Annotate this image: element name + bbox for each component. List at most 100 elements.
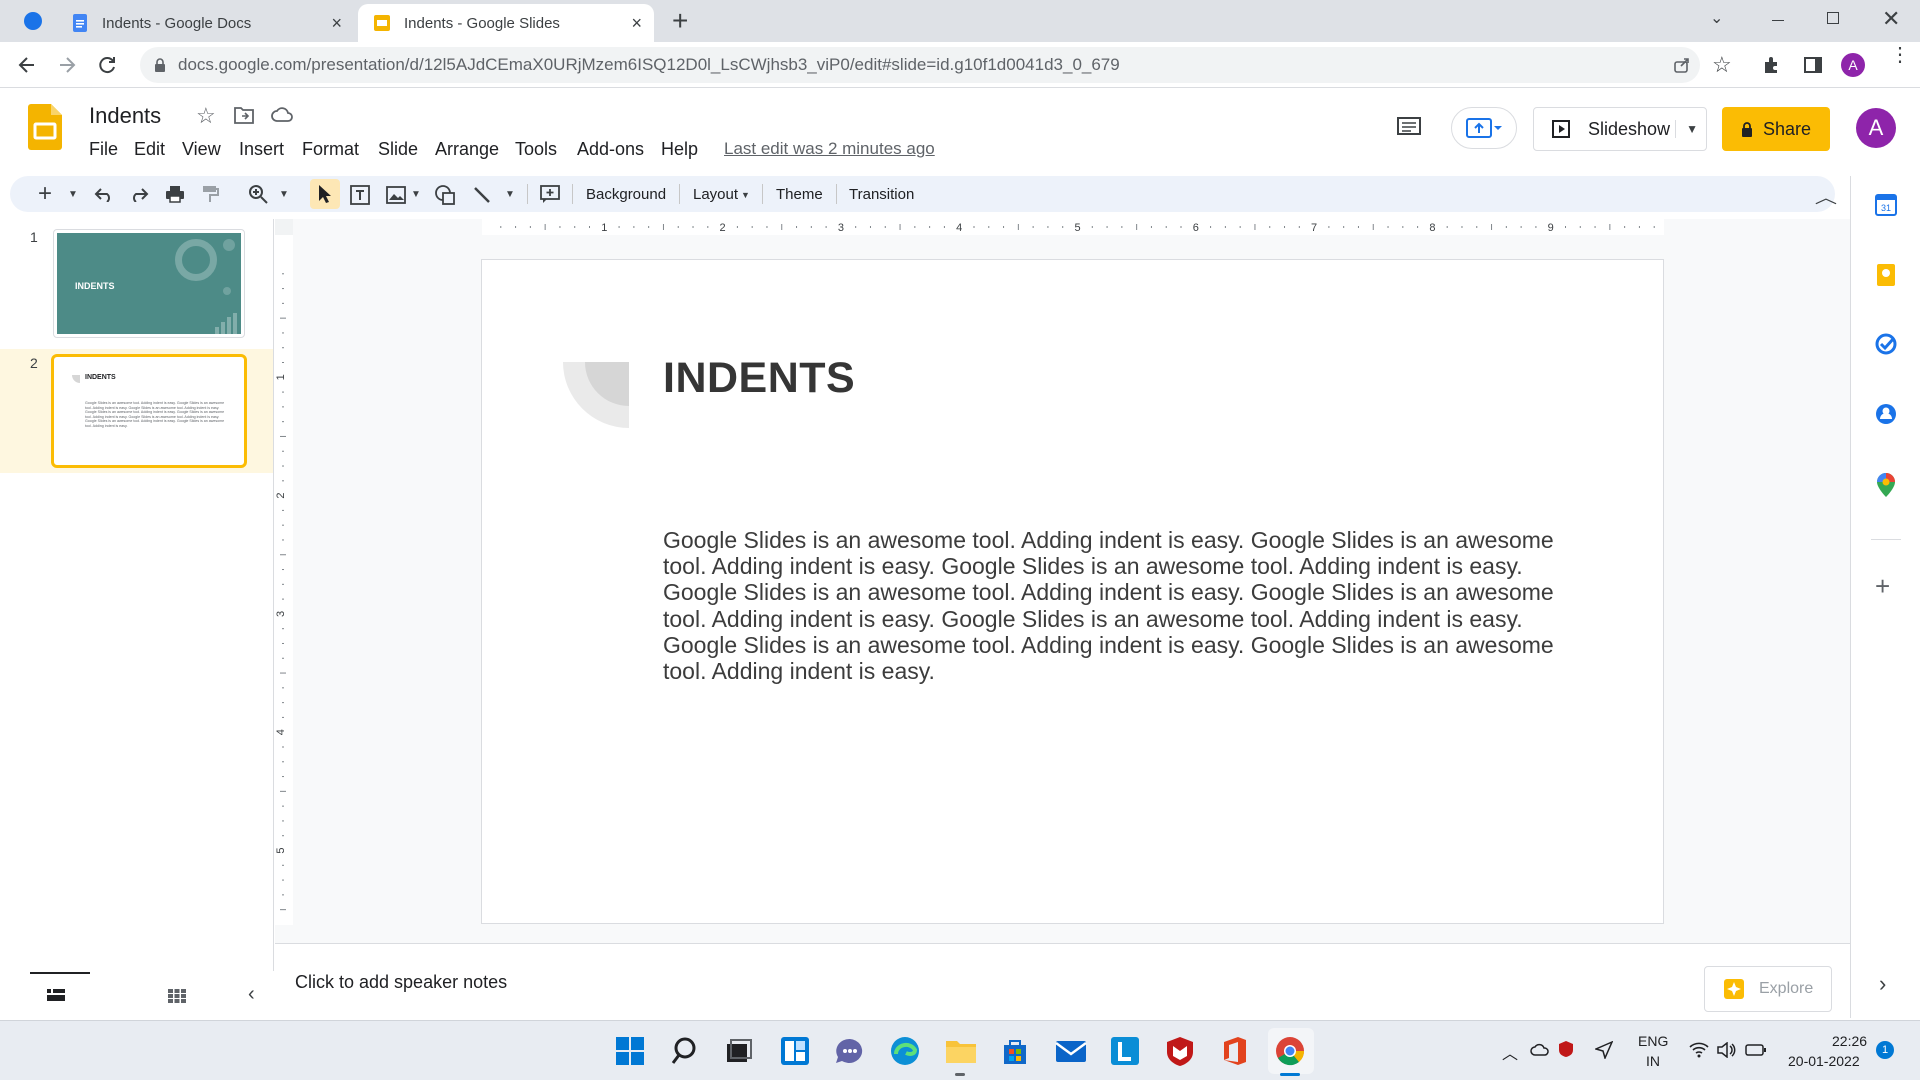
zoom-dropdown-icon[interactable]: ▼ (279, 189, 289, 200)
extensions-icon[interactable] (1762, 55, 1782, 75)
cloud-saved-icon[interactable] (271, 107, 293, 123)
menu-slide[interactable]: Slide (378, 139, 418, 160)
mail-icon[interactable] (1055, 1038, 1087, 1064)
notification-badge[interactable]: 1 (1876, 1041, 1894, 1059)
comments-icon[interactable] (1396, 116, 1422, 140)
bookmark-star-icon[interactable]: ☆ (1712, 52, 1732, 78)
slide-title[interactable]: INDENTS (663, 354, 855, 403)
office-icon[interactable] (1220, 1036, 1250, 1066)
forward-icon[interactable] (56, 54, 78, 76)
star-icon[interactable]: ☆ (196, 103, 216, 129)
tab-google-slides[interactable]: Indents - Google Slides × (358, 4, 654, 42)
new-slide-icon[interactable]: + (38, 180, 52, 208)
location-arrow-icon[interactable] (1595, 1041, 1613, 1059)
new-slide-dropdown-icon[interactable]: ▼ (68, 189, 78, 200)
zoom-icon[interactable] (248, 184, 268, 204)
list-view-icon[interactable] (47, 989, 65, 1003)
language-indicator-line1[interactable]: ENG (1638, 1033, 1668, 1049)
document-title[interactable]: Indents (89, 103, 161, 129)
slide-thumbnail-2[interactable]: INDENTS Google Slides is an awesome tool… (51, 354, 247, 468)
get-add-ons-icon[interactable]: + (1875, 571, 1890, 602)
menu-arrange[interactable]: Arrange (435, 139, 499, 160)
move-folder-icon[interactable] (234, 106, 254, 124)
tab-search-icon[interactable]: ⌄ (1710, 8, 1723, 28)
image-icon[interactable] (386, 186, 406, 204)
share-button[interactable]: Share (1722, 107, 1830, 151)
reload-icon[interactable] (96, 54, 118, 76)
mcafee-tray-icon[interactable] (1558, 1040, 1574, 1058)
menu-file[interactable]: File (89, 139, 118, 160)
last-edit-link[interactable]: Last edit was 2 minutes ago (724, 139, 935, 159)
maps-icon[interactable] (1877, 473, 1895, 497)
menu-tools[interactable]: Tools (515, 139, 557, 160)
tab-google-docs[interactable]: Indents - Google Docs × (56, 4, 354, 42)
side-panel-icon[interactable] (1803, 55, 1823, 75)
windows-start-icon[interactable] (615, 1036, 645, 1066)
layout-dropdown-icon[interactable]: ▼ (741, 190, 750, 200)
collapse-toolbar-icon[interactable]: ︿ (1815, 184, 1837, 208)
clock-time[interactable]: 22:26 (1832, 1033, 1867, 1049)
menu-insert[interactable]: Insert (239, 139, 284, 160)
contacts-icon[interactable] (1875, 403, 1897, 425)
wifi-icon[interactable] (1689, 1042, 1709, 1058)
collapse-filmstrip-icon[interactable]: ‹ (248, 983, 255, 1006)
battery-icon[interactable] (1745, 1043, 1767, 1057)
tasks-icon[interactable] (1875, 333, 1897, 355)
show-hidden-icons-icon[interactable]: ︿ (1502, 1040, 1518, 1064)
background-button[interactable]: Background (586, 186, 666, 203)
layout-button[interactable]: Layout (693, 186, 738, 203)
share-page-icon[interactable] (1672, 55, 1692, 75)
slide-body-text[interactable]: Google Slides is an awesome tool. Adding… (663, 527, 1568, 684)
slide-thumbnail-1[interactable]: INDENTS (53, 229, 245, 338)
menu-add-ons[interactable]: Add-ons (577, 139, 644, 160)
restore-button[interactable] (1827, 12, 1839, 24)
menu-edit[interactable]: Edit (134, 139, 165, 160)
browser-profile-dot-icon[interactable] (24, 12, 42, 30)
present-options-button[interactable] (1451, 107, 1517, 149)
keep-icon[interactable] (1876, 263, 1896, 287)
clock-date[interactable]: 20-01-2022 (1788, 1053, 1860, 1069)
menu-view[interactable]: View (182, 139, 221, 160)
text-box-icon[interactable] (349, 184, 371, 206)
account-avatar[interactable]: A (1856, 108, 1896, 148)
add-comment-icon[interactable] (540, 185, 560, 203)
menu-format[interactable]: Format (302, 139, 359, 160)
chrome-icon[interactable] (1275, 1036, 1305, 1066)
shape-icon[interactable] (434, 184, 456, 206)
teams-chat-icon[interactable] (835, 1037, 865, 1065)
file-explorer-icon[interactable] (945, 1038, 977, 1064)
edge-browser-icon[interactable] (890, 1036, 920, 1066)
close-tab-icon[interactable]: × (631, 13, 642, 33)
slide-canvas[interactable]: INDENTS Google Slides is an awesome tool… (481, 259, 1664, 924)
transition-button[interactable]: Transition (849, 186, 914, 203)
slides-logo-icon[interactable] (28, 104, 62, 150)
minimize-button[interactable] (1772, 20, 1784, 21)
paint-format-icon[interactable] (201, 185, 219, 203)
show-side-panel-icon[interactable]: › (1879, 971, 1886, 997)
search-icon[interactable] (671, 1036, 701, 1066)
redo-icon[interactable] (129, 186, 149, 202)
close-tab-icon[interactable]: × (331, 13, 342, 33)
theme-button[interactable]: Theme (776, 186, 823, 203)
line-dropdown-icon[interactable]: ▼ (505, 189, 515, 200)
mcafee-icon[interactable] (1165, 1036, 1195, 1066)
back-icon[interactable] (16, 54, 38, 76)
new-tab-button[interactable]: + (672, 6, 688, 36)
task-view-icon[interactable] (725, 1038, 753, 1064)
speaker-notes-placeholder[interactable]: Click to add speaker notes (295, 972, 507, 993)
calendar-icon[interactable]: 31 (1875, 194, 1897, 216)
volume-icon[interactable] (1716, 1042, 1736, 1058)
browser-profile-avatar[interactable]: A (1841, 53, 1865, 77)
image-dropdown-icon[interactable]: ▼ (411, 189, 421, 200)
line-icon[interactable] (473, 186, 491, 204)
url-field[interactable]: docs.google.com/presentation/d/12l5AJdCE… (140, 47, 1700, 83)
microsoft-store-icon[interactable] (1000, 1036, 1030, 1066)
onedrive-icon[interactable] (1530, 1042, 1550, 1056)
lucid-app-icon[interactable] (1110, 1036, 1140, 1066)
close-window-button[interactable]: ✕ (1882, 6, 1900, 32)
browser-menu-icon[interactable]: ⋮ (1890, 45, 1910, 65)
explore-button[interactable]: Explore (1704, 966, 1832, 1012)
widgets-icon[interactable] (780, 1036, 810, 1066)
undo-icon[interactable] (94, 186, 114, 202)
slideshow-dropdown-icon[interactable]: ▼ (1675, 120, 1698, 138)
